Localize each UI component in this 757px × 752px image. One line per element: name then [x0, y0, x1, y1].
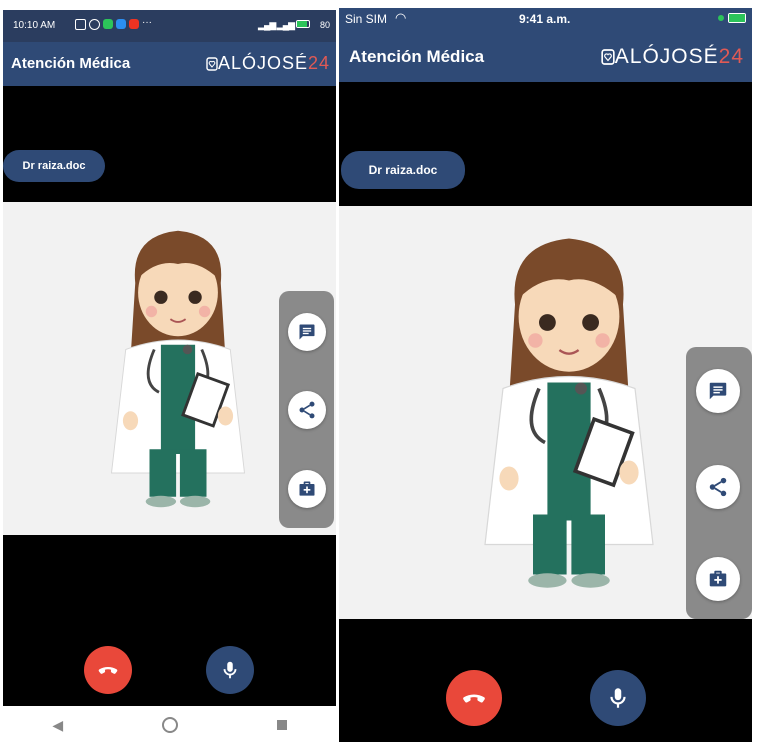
hang-up-icon — [460, 684, 488, 712]
doctor-name-badge: Dr raiza.doc — [341, 151, 465, 189]
android-nav-bar: ◀ — [3, 706, 336, 744]
doctor-illustration — [83, 202, 273, 535]
signal-icon: ▂▄▆ ▂▄▆ — [258, 20, 295, 30]
logo-number: 24 — [718, 45, 744, 68]
logo-text: ALÓJOSÉ — [614, 45, 719, 68]
medical-kit-button[interactable] — [696, 557, 740, 601]
wifi-icon: ◠ — [395, 10, 407, 25]
share-button[interactable] — [696, 465, 740, 509]
battery-percent: 80 — [319, 20, 330, 30]
ios-status-bar: Sin SIM ◠ 9:41 a.m. — [339, 8, 752, 32]
whatsapp-icon — [103, 19, 113, 29]
back-icon[interactable]: ◀ — [52, 717, 63, 734]
ios-screen: Sin SIM ◠ 9:41 a.m. Atención Médica ALÓJ… — [339, 8, 752, 742]
microphone-button[interactable] — [590, 670, 646, 726]
logo-text: ALÓJOSÉ — [217, 53, 308, 73]
more-icon: ··· — [142, 17, 152, 28]
page-title: Atención Médica — [349, 47, 485, 66]
app-bar: Atención Médica ALÓJOSÉ 24 — [339, 32, 752, 82]
status-time: 9:41 a.m. — [519, 12, 571, 26]
doctor-illustration — [449, 206, 689, 619]
hang-up-button[interactable] — [446, 670, 502, 726]
app-bar: Atención Médica ALÓJOSÉ 24 — [3, 42, 336, 86]
app-logo: ALÓJOSÉ 24 — [206, 53, 330, 74]
camera-indicator-icon — [718, 15, 724, 21]
battery-icon — [296, 20, 310, 28]
chat-icon — [297, 322, 317, 342]
microphone-button[interactable] — [206, 646, 254, 694]
side-action-panel — [279, 291, 334, 528]
status-time: 10:10 AM — [13, 20, 56, 31]
android-status-bar: 10:10 AM ··· ▂▄▆ ▂▄▆ 80 — [3, 10, 336, 42]
app-icon — [116, 19, 126, 29]
microphone-icon — [219, 659, 241, 681]
recents-icon[interactable] — [276, 720, 287, 730]
chat-button[interactable] — [288, 313, 326, 351]
medical-kit-icon — [297, 479, 317, 499]
share-icon — [297, 400, 317, 420]
alarm-off-icon — [75, 19, 86, 30]
doctor-name-badge: Dr raiza.doc — [3, 150, 105, 182]
logo-mark-icon — [601, 48, 615, 66]
logo-mark-icon — [206, 56, 218, 72]
app-logo: ALÓJOSÉ 24 — [601, 45, 744, 69]
carrier-label: Sin SIM — [345, 12, 388, 26]
battery-icon — [728, 13, 746, 23]
alarm-icon — [89, 19, 100, 30]
share-button[interactable] — [288, 391, 326, 429]
android-screen: 10:10 AM ··· ▂▄▆ ▂▄▆ 80 Atención Médica … — [3, 10, 336, 744]
share-icon — [707, 476, 729, 498]
hang-up-button[interactable] — [84, 646, 132, 694]
notification-icons: ··· — [75, 17, 152, 30]
home-icon[interactable] — [161, 717, 178, 733]
page-title: Atención Médica — [11, 55, 131, 72]
medical-kit-icon — [707, 568, 729, 590]
chat-button[interactable] — [696, 369, 740, 413]
side-action-panel — [686, 347, 752, 619]
hang-up-icon — [96, 658, 120, 682]
logo-number: 24 — [307, 53, 330, 73]
medical-kit-button[interactable] — [288, 470, 326, 508]
microphone-icon — [605, 685, 631, 711]
youtube-icon — [129, 19, 139, 29]
chat-icon — [707, 380, 729, 402]
